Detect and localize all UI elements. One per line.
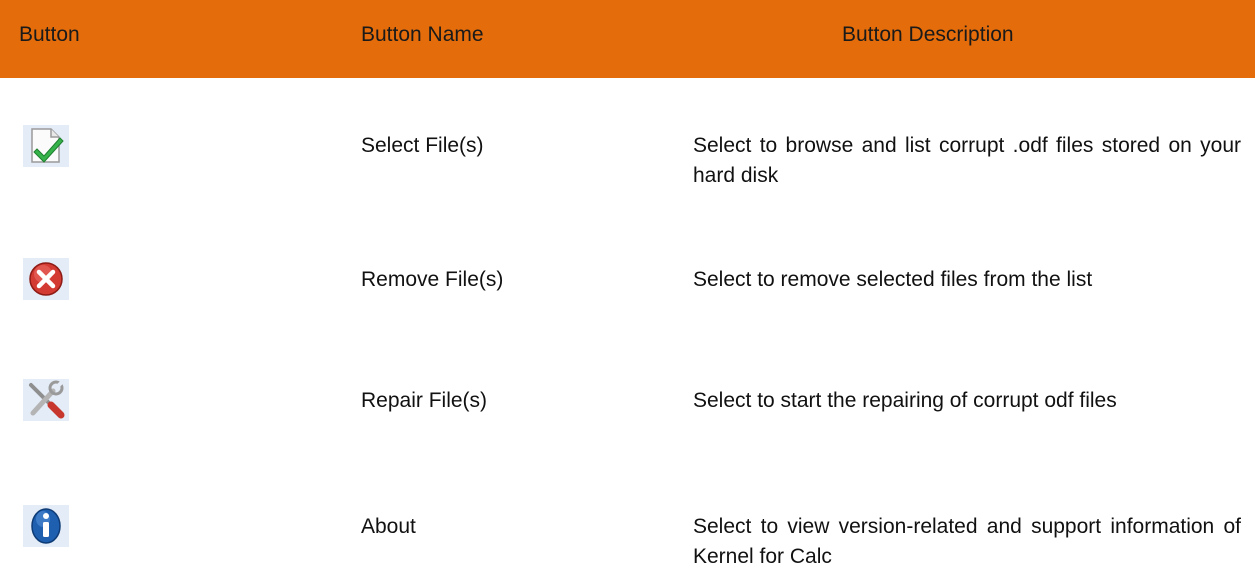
- button-reference-table: Button Button Name Button Description Se…: [0, 0, 1255, 568]
- table-header: Button Button Name Button Description: [0, 0, 1255, 78]
- header-button-description: Button Description: [842, 23, 1014, 46]
- button-name: About: [361, 515, 416, 538]
- repair-file-icon: [23, 379, 69, 421]
- button-description: Select to browse and list corrupt .odf f…: [693, 134, 1241, 187]
- button-name: Select File(s): [361, 134, 484, 157]
- about-info-icon: [23, 505, 69, 547]
- button-name: Repair File(s): [361, 389, 488, 412]
- button-description: Select to view version-related and suppo…: [693, 515, 1241, 568]
- select-file-icon: [23, 125, 69, 167]
- button-name: Remove File(s): [361, 268, 504, 291]
- button-description: Select to remove selected files from the…: [693, 268, 1093, 291]
- button-description: Select to start the repairing of corrupt…: [693, 389, 1117, 412]
- header-button-name: Button Name: [361, 23, 484, 46]
- remove-file-icon: [23, 258, 69, 300]
- header-button: Button: [19, 23, 80, 46]
